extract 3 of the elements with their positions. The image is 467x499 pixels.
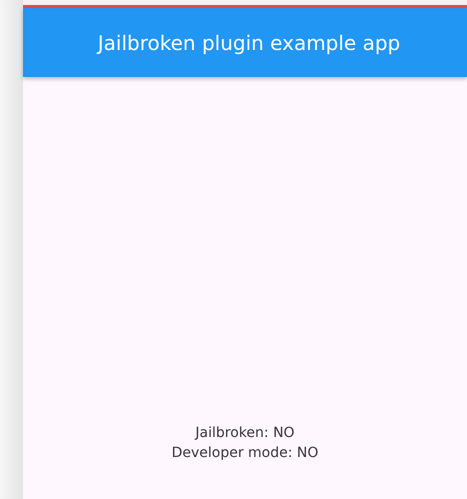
app-title: Jailbroken plugin example app xyxy=(96,30,400,54)
status-text: Developer mode: NO xyxy=(172,444,318,463)
status-text: Jailbroken: NO xyxy=(195,424,295,443)
